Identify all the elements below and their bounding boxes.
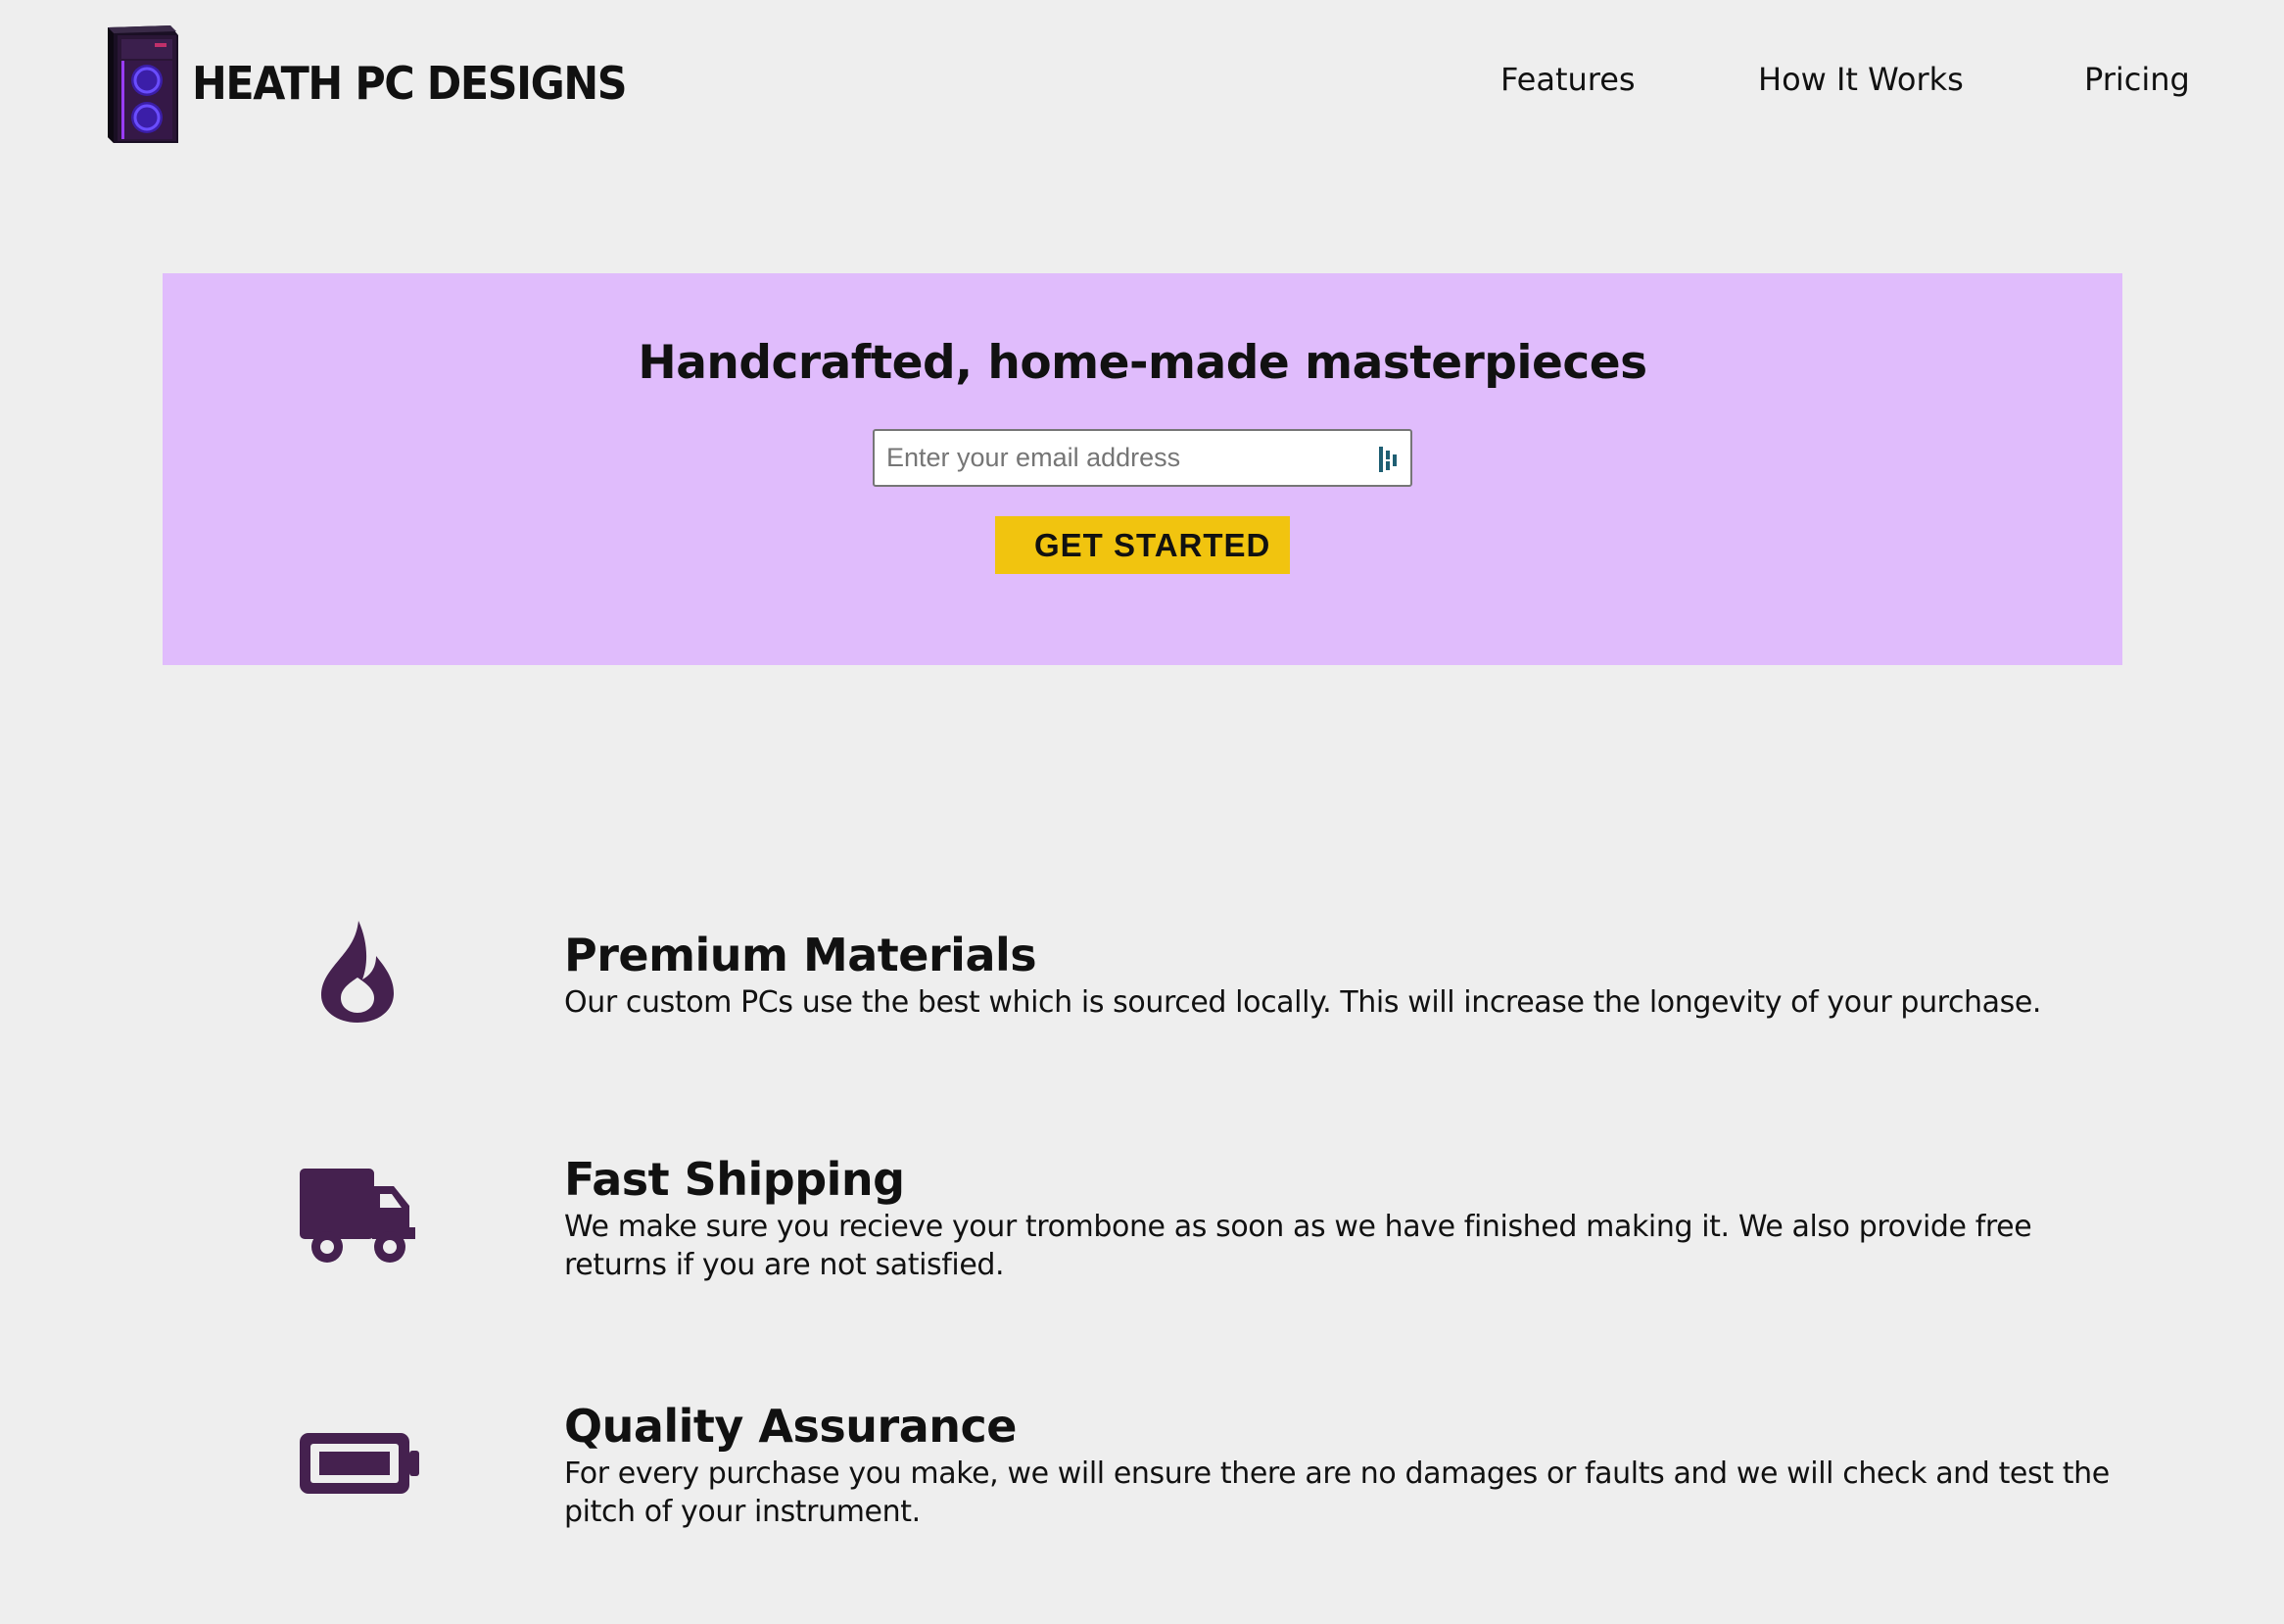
nav-how-it-works[interactable]: How It Works	[1758, 61, 1964, 98]
autofill-key-icon[interactable]	[1377, 445, 1401, 474]
hero-title: Handcrafted, home-made masterpieces	[638, 336, 1647, 390]
feature-description: Our custom PCs use the best which is sou…	[564, 985, 2042, 1020]
fire-icon	[321, 921, 394, 1023]
main-nav: Features How It Works Pricing	[0, 61, 2284, 110]
battery-icon	[300, 1433, 419, 1494]
site-header: HEATH PC DESIGNS Features How It Works P…	[0, 0, 2284, 167]
get-started-button[interactable]: GET STARTED	[995, 516, 1290, 574]
email-input[interactable]	[875, 431, 1410, 485]
feature-title: Fast Shipping	[564, 1153, 905, 1206]
truck-icon	[300, 1169, 415, 1263]
hero-section: Handcrafted, home-made masterpieces GET …	[163, 273, 2122, 665]
feature-description: For every purchase you make, we will ens…	[564, 1457, 2110, 1529]
nav-pricing[interactable]: Pricing	[2084, 61, 2190, 98]
email-field-wrapper	[873, 429, 1412, 487]
feature-title: Premium Materials	[564, 929, 1037, 981]
nav-features[interactable]: Features	[1500, 61, 1636, 98]
feature-description: We make sure you recieve your trombone a…	[564, 1210, 2032, 1282]
feature-title: Quality Assurance	[564, 1400, 1017, 1453]
